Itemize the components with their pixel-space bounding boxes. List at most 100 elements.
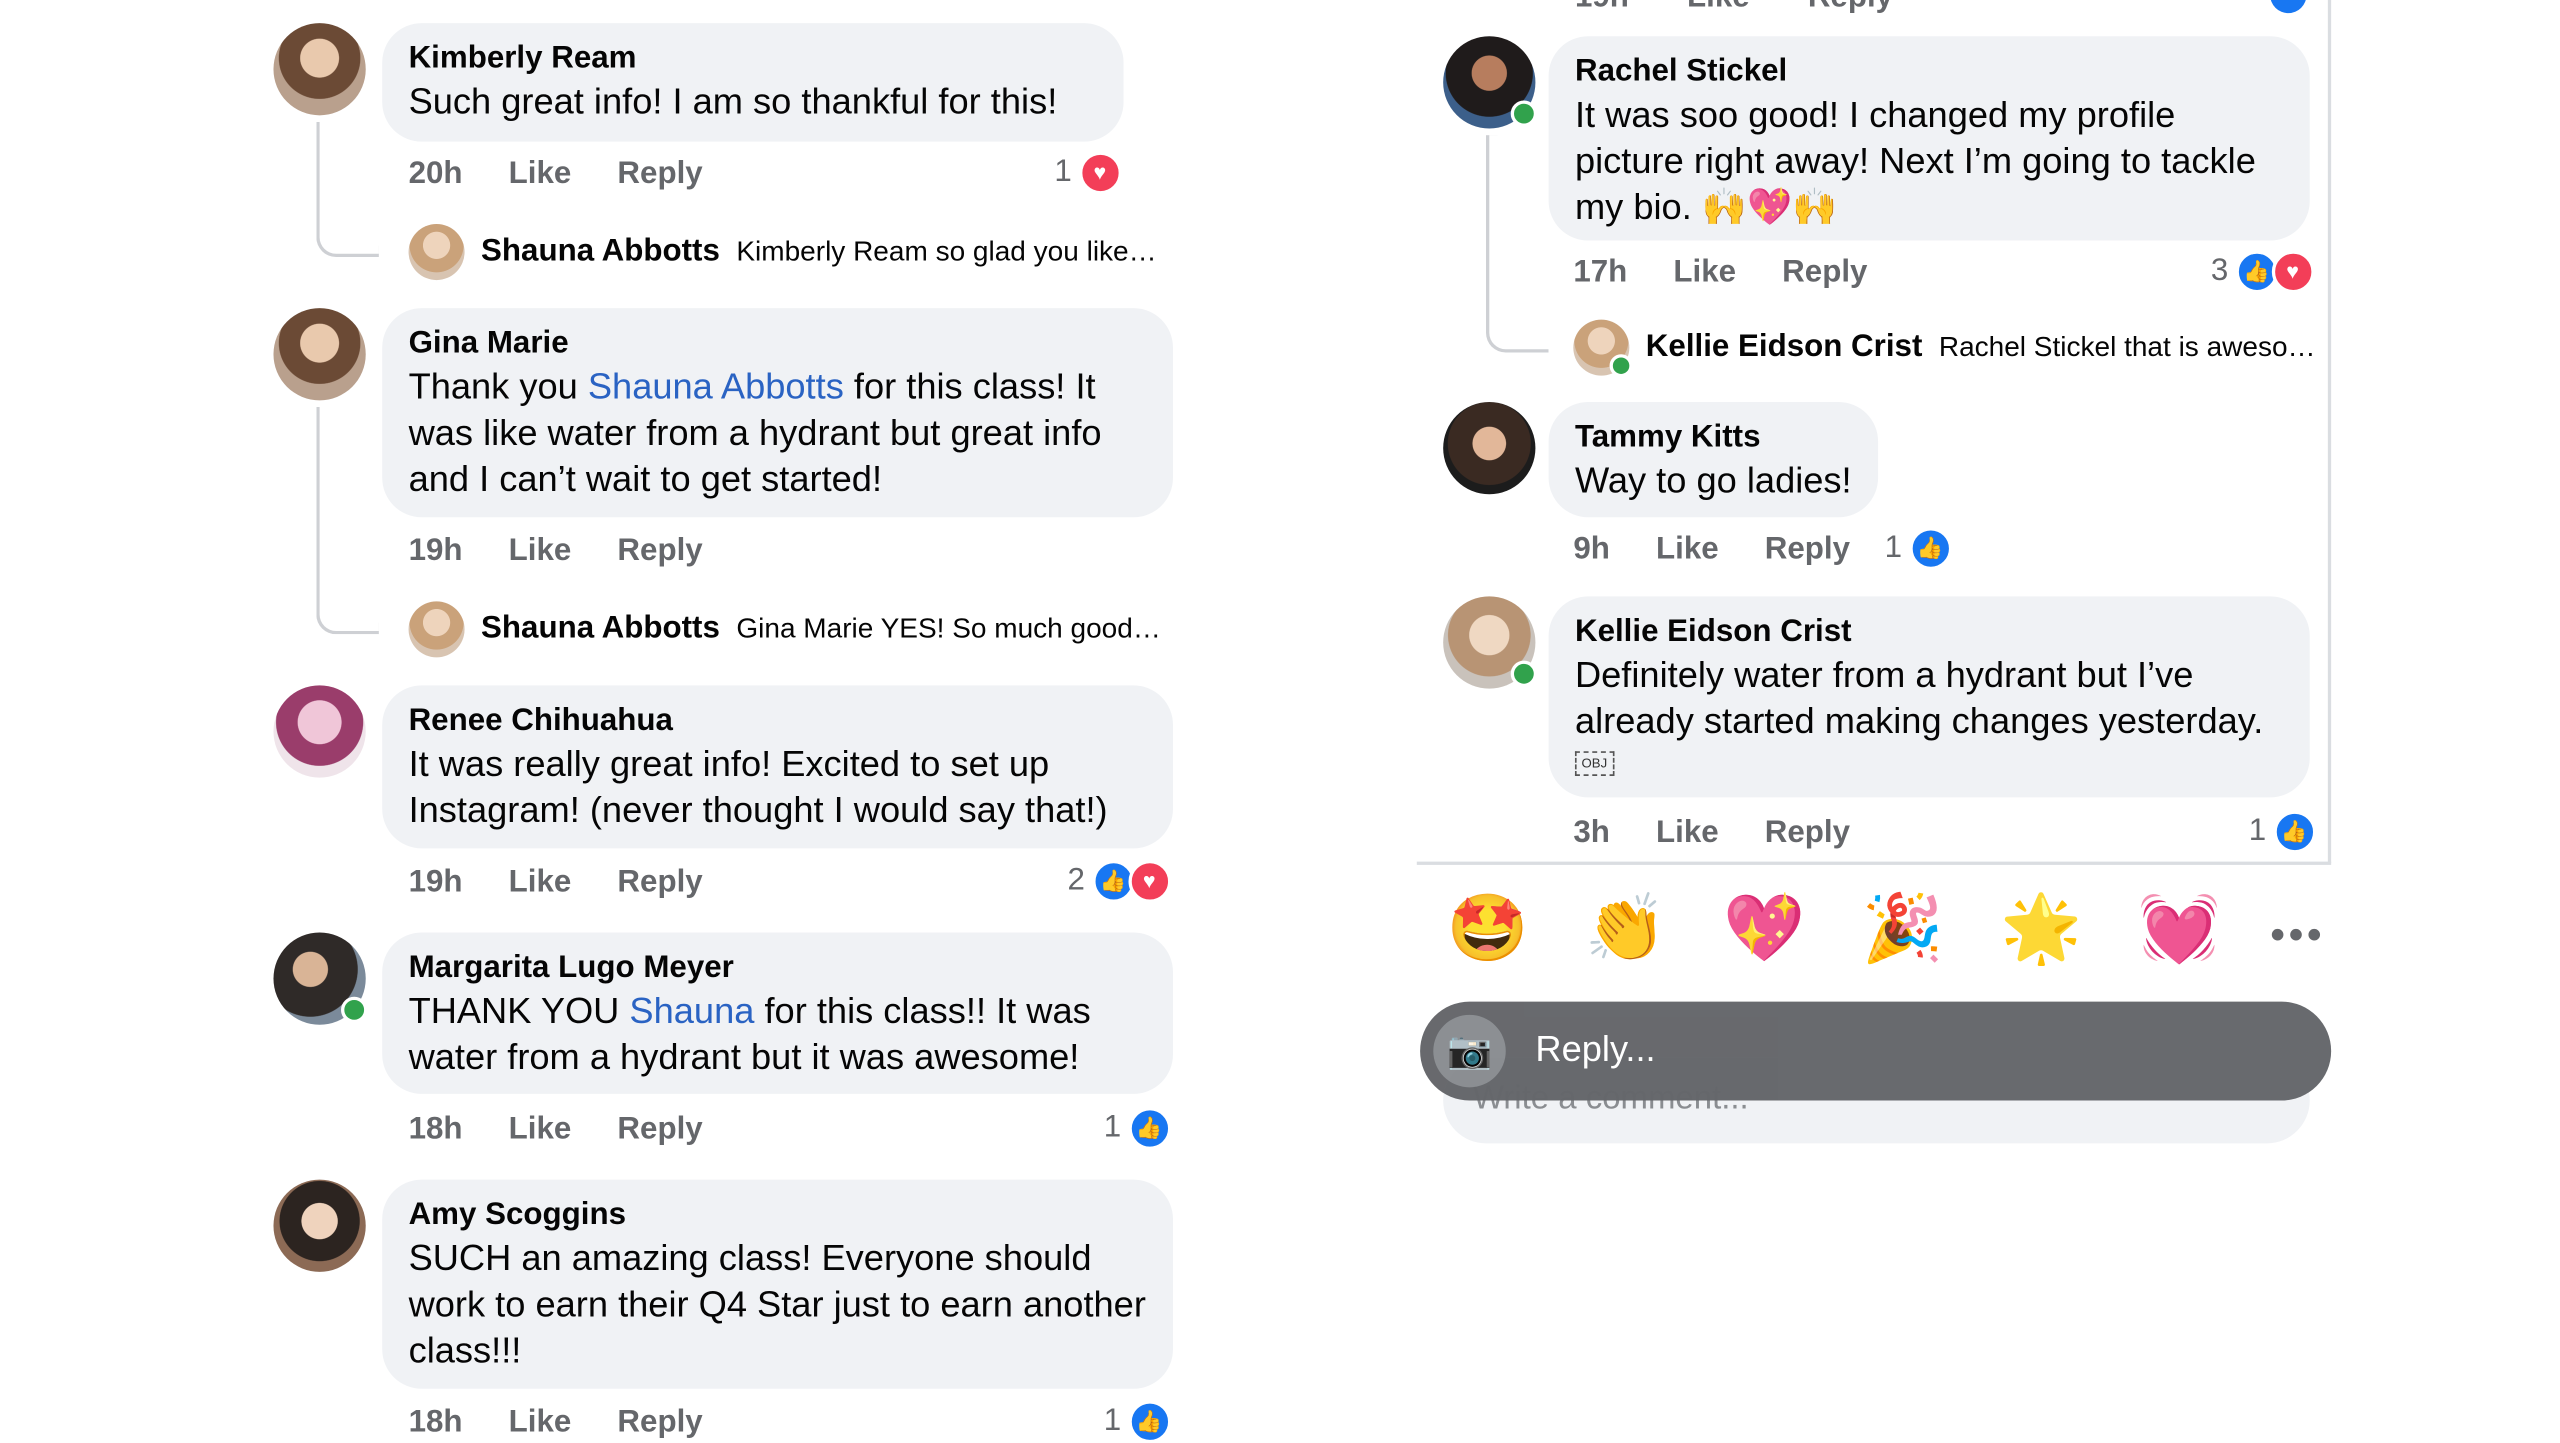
thread-line — [316, 406, 379, 635]
like-button[interactable]: Like — [1687, 0, 1750, 15]
more-icon[interactable]: ••• — [2270, 909, 2325, 960]
reply-button[interactable]: Reply — [1765, 530, 1850, 570]
like-button[interactable]: Like — [509, 863, 572, 903]
avatar[interactable] — [1443, 401, 1536, 495]
comment-time[interactable]: 19h — [409, 863, 463, 903]
avatar[interactable] — [273, 23, 366, 116]
sparkling-heart-emoji-icon[interactable]: 💖 — [1723, 890, 1805, 969]
comment-bubble[interactable]: Tammy Kitts Way to go ladies! — [1548, 401, 1879, 518]
like-button[interactable]: Like — [1656, 530, 1719, 570]
left-comments-panel: Kimberly Ream Such great info! I am so t… — [264, 0, 1187, 1443]
reply-button[interactable]: Reply — [617, 155, 702, 195]
like-button[interactable]: Like — [1656, 814, 1719, 854]
comment-time[interactable]: 17h — [1573, 254, 1627, 294]
like-icon: 👍 — [1908, 527, 1952, 571]
comment-author[interactable]: Renee Chihuahua — [409, 702, 1147, 742]
comment-time[interactable]: 19h — [1575, 0, 1629, 15]
comment-author[interactable]: Kimberly Ream — [409, 40, 1098, 80]
comment-actions: 3h Like Reply — [1573, 814, 1850, 854]
online-indicator — [1510, 100, 1538, 127]
comment-time[interactable]: 20h — [409, 155, 463, 195]
reply-author[interactable]: Shauna Abbotts — [481, 234, 720, 270]
heart-icon: ♥ — [1127, 859, 1171, 903]
reaction-count: 1 — [1103, 1403, 1122, 1439]
panel-divider — [2327, 0, 2332, 864]
comment-bubble[interactable]: Renee Chihuahua It was really great info… — [382, 685, 1173, 849]
comment-bubble[interactable]: Amy Scoggins SUCH an amazing class! Ever… — [382, 1179, 1173, 1389]
reply-button[interactable]: Reply — [1808, 0, 1893, 15]
comment-bubble[interactable]: Margarita Lugo Meyer THANK YOU Shauna fo… — [382, 932, 1173, 1094]
like-button[interactable]: Like — [509, 532, 572, 572]
avatar[interactable] — [273, 308, 366, 401]
comment-time[interactable]: 18h — [409, 1110, 463, 1150]
avatar[interactable] — [408, 601, 465, 658]
online-indicator — [1609, 354, 1633, 378]
object-placeholder-icon: OBJ — [1574, 751, 1614, 776]
reaction-summary[interactable]: 1 👍 — [1104, 1400, 1171, 1443]
avatar[interactable] — [408, 224, 465, 281]
comment-text-pre: THANK YOU — [408, 990, 630, 1032]
comment-text: Way to go ladies! — [1574, 459, 1852, 501]
reply-preview[interactable]: Shauna Abbotts Kimberly Ream so glad you… — [408, 224, 1157, 281]
avatar[interactable] — [273, 932, 368, 1025]
camera-icon[interactable]: 📷 — [1433, 1014, 1506, 1088]
reaction-summary[interactable]: 1 👍 — [1104, 1107, 1171, 1150]
comment-actions: 17h Like Reply — [1573, 254, 1867, 294]
reply-button[interactable]: Reply — [1765, 814, 1850, 854]
reply-snippet: Rachel Stickel that is aweso… — [1938, 331, 2316, 363]
reply-button[interactable]: Reply — [1782, 254, 1867, 294]
like-button[interactable]: Like — [509, 1404, 572, 1443]
right-comments-panel: 19h Like Reply Rachel Stickel It was soo… — [1416, 0, 2340, 1440]
clapping-hands-emoji-icon[interactable]: 👏 — [1585, 890, 1667, 969]
reply-composer[interactable]: 📷 Reply... — [1420, 1001, 2332, 1101]
reply-preview[interactable]: Kellie Eidson Crist Rachel Stickel that … — [1573, 319, 2316, 378]
comment-time[interactable]: 18h — [409, 1404, 463, 1443]
star-struck-emoji-icon[interactable]: 🤩 — [1446, 890, 1528, 969]
reply-button[interactable]: Reply — [617, 863, 702, 903]
reaction-summary[interactable]: 1 ♥ — [1054, 151, 1122, 195]
like-button[interactable]: Like — [1673, 254, 1736, 294]
comment-time[interactable]: 9h — [1573, 530, 1610, 570]
avatar[interactable] — [273, 685, 366, 778]
beating-heart-emoji-icon[interactable]: 💓 — [2138, 890, 2220, 969]
online-indicator — [1510, 660, 1538, 687]
mention-link[interactable]: Shauna — [629, 990, 754, 1031]
comment-bubble[interactable]: Rachel Stickel It was soo good! I change… — [1548, 36, 2310, 241]
comment-author[interactable]: Margarita Lugo Meyer — [409, 949, 1147, 989]
comment-author[interactable]: Kellie Eidson Crist — [1575, 613, 2283, 653]
like-button[interactable]: Like — [509, 1110, 572, 1150]
avatar[interactable] — [1573, 319, 1633, 378]
party-popper-emoji-icon[interactable]: 🎉 — [1862, 890, 1944, 969]
avatar[interactable] — [1443, 596, 1538, 689]
comment-text: It was soo good! I changed my profile pi… — [1574, 93, 2256, 228]
reaction-summary[interactable]: 3 👍 ♥ — [2211, 250, 2314, 294]
comment-time[interactable]: 19h — [409, 532, 463, 572]
reply-button[interactable]: Reply — [617, 1404, 702, 1443]
reply-button[interactable]: Reply — [617, 532, 702, 572]
comment-author[interactable]: Gina Marie — [409, 325, 1147, 365]
comment-bubble[interactable]: Kimberly Ream Such great info! I am so t… — [382, 23, 1124, 142]
reply-author[interactable]: Shauna Abbotts — [481, 611, 720, 647]
like-button[interactable]: Like — [509, 155, 572, 195]
reply-preview[interactable]: Shauna Abbotts Gina Marie YES! So much g… — [408, 601, 1161, 658]
reaction-summary[interactable]: 1 👍 — [1885, 527, 1952, 571]
mention-link[interactable]: Shauna Abbotts — [588, 366, 844, 407]
reaction-summary[interactable]: 1 👍 — [2249, 810, 2316, 854]
reply-button[interactable]: Reply — [617, 1110, 702, 1150]
comment-bubble[interactable]: Gina Marie Thank you Shauna Abbotts for … — [382, 308, 1173, 518]
comment-text-pre: Thank you — [408, 365, 588, 407]
glowing-star-emoji-icon[interactable]: 🌟 — [2000, 890, 2082, 969]
comment-author[interactable]: Tammy Kitts — [1575, 418, 1852, 458]
comment-bubble[interactable]: Kellie Eidson Crist Definitely water fro… — [1548, 596, 2310, 798]
reply-input[interactable]: Reply... — [1535, 1028, 1655, 1071]
panel-divider — [1416, 861, 2332, 865]
avatar[interactable] — [1443, 36, 1538, 129]
comment-author[interactable]: Amy Scoggins — [409, 1196, 1147, 1236]
reply-author[interactable]: Kellie Eidson Crist — [1646, 329, 1923, 365]
comment-author[interactable]: Rachel Stickel — [1575, 53, 2283, 93]
comment-actions: 20h Like Reply — [409, 155, 703, 195]
comment-text: THANK YOU Shauna for this class!! It was… — [409, 988, 1147, 1080]
comment-time[interactable]: 3h — [1573, 814, 1610, 854]
reaction-summary[interactable]: 2 👍 ♥ — [1068, 859, 1171, 903]
avatar[interactable] — [273, 1179, 366, 1272]
